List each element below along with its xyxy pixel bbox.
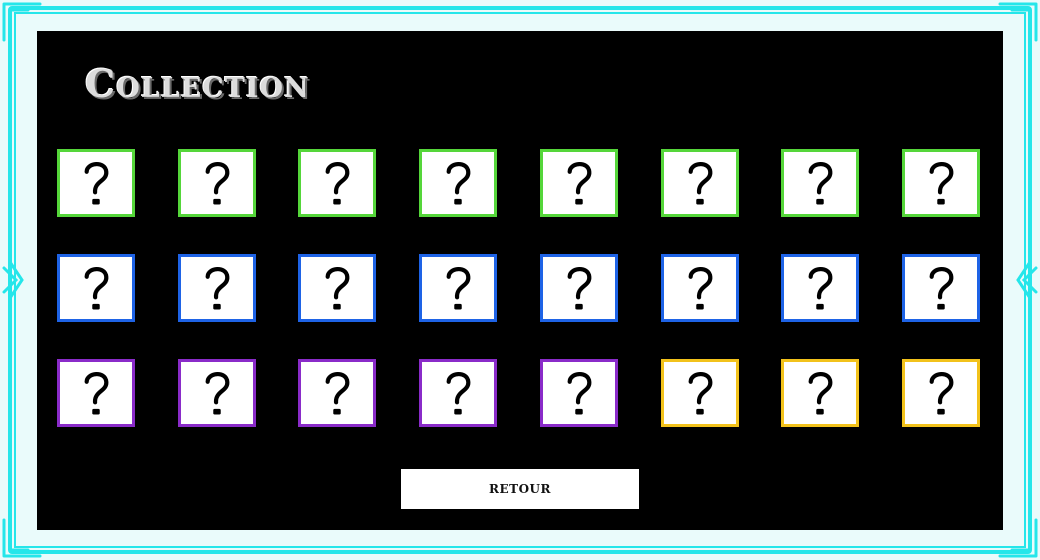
question-mark-icon — [567, 162, 592, 205]
question-mark-icon — [913, 155, 969, 211]
question-mark-icon — [551, 155, 607, 211]
question-mark-icon — [68, 365, 124, 421]
collection-card[interactable] — [902, 254, 980, 322]
collection-card[interactable] — [661, 149, 739, 217]
collection-card[interactable] — [57, 359, 135, 427]
question-mark-icon — [68, 155, 124, 211]
question-mark-icon — [792, 155, 848, 211]
collection-card[interactable] — [781, 149, 859, 217]
question-mark-icon — [567, 372, 592, 415]
question-mark-icon — [430, 365, 486, 421]
question-mark-icon — [913, 365, 969, 421]
question-mark-icon — [325, 372, 350, 415]
question-mark-icon — [688, 162, 713, 205]
question-mark-icon — [309, 260, 365, 316]
collection-card[interactable] — [419, 359, 497, 427]
outer-frame: Collection RETOUR — [0, 0, 1040, 560]
collection-card[interactable] — [540, 254, 618, 322]
question-mark-icon — [205, 267, 230, 310]
collection-card[interactable] — [540, 149, 618, 217]
question-mark-icon — [446, 267, 471, 310]
collection-card[interactable] — [178, 254, 256, 322]
question-mark-icon — [567, 267, 592, 310]
question-mark-icon — [84, 372, 109, 415]
question-mark-icon — [205, 162, 230, 205]
collection-card[interactable] — [661, 254, 739, 322]
collection-card[interactable] — [178, 149, 256, 217]
question-mark-icon — [205, 372, 230, 415]
question-mark-icon — [672, 365, 728, 421]
question-mark-icon — [84, 267, 109, 310]
collection-card[interactable] — [781, 359, 859, 427]
question-mark-icon — [189, 365, 245, 421]
question-mark-icon — [688, 372, 713, 415]
question-mark-icon — [68, 260, 124, 316]
collection-card[interactable] — [57, 254, 135, 322]
question-mark-icon — [808, 162, 833, 205]
question-mark-icon — [929, 267, 954, 310]
question-mark-icon — [808, 372, 833, 415]
collection-card[interactable] — [781, 254, 859, 322]
question-mark-icon — [688, 267, 713, 310]
collection-card[interactable] — [298, 359, 376, 427]
question-mark-icon — [430, 260, 486, 316]
question-mark-icon — [808, 267, 833, 310]
question-mark-icon — [551, 365, 607, 421]
question-mark-icon — [913, 260, 969, 316]
page-title: Collection — [85, 61, 310, 106]
collection-card[interactable] — [902, 149, 980, 217]
question-mark-icon — [325, 162, 350, 205]
collection-panel: Collection RETOUR — [37, 31, 1003, 530]
question-mark-icon — [792, 365, 848, 421]
question-mark-icon — [446, 372, 471, 415]
collection-card[interactable] — [419, 149, 497, 217]
collection-card[interactable] — [540, 359, 618, 427]
question-mark-icon — [446, 162, 471, 205]
collection-card[interactable] — [661, 359, 739, 427]
question-mark-icon — [929, 162, 954, 205]
question-mark-icon — [309, 155, 365, 211]
collection-card[interactable] — [419, 254, 497, 322]
question-mark-icon — [189, 260, 245, 316]
question-mark-icon — [929, 372, 954, 415]
collection-card[interactable] — [178, 359, 256, 427]
collection-card[interactable] — [298, 254, 376, 322]
question-mark-icon — [84, 162, 109, 205]
question-mark-icon — [430, 155, 486, 211]
back-button[interactable]: RETOUR — [401, 469, 639, 509]
collection-card[interactable] — [57, 149, 135, 217]
question-mark-icon — [792, 260, 848, 316]
collection-card[interactable] — [298, 149, 376, 217]
question-mark-icon — [189, 155, 245, 211]
collection-card[interactable] — [902, 359, 980, 427]
question-mark-icon — [309, 365, 365, 421]
question-mark-icon — [672, 155, 728, 211]
question-mark-icon — [551, 260, 607, 316]
question-mark-icon — [672, 260, 728, 316]
question-mark-icon — [325, 267, 350, 310]
